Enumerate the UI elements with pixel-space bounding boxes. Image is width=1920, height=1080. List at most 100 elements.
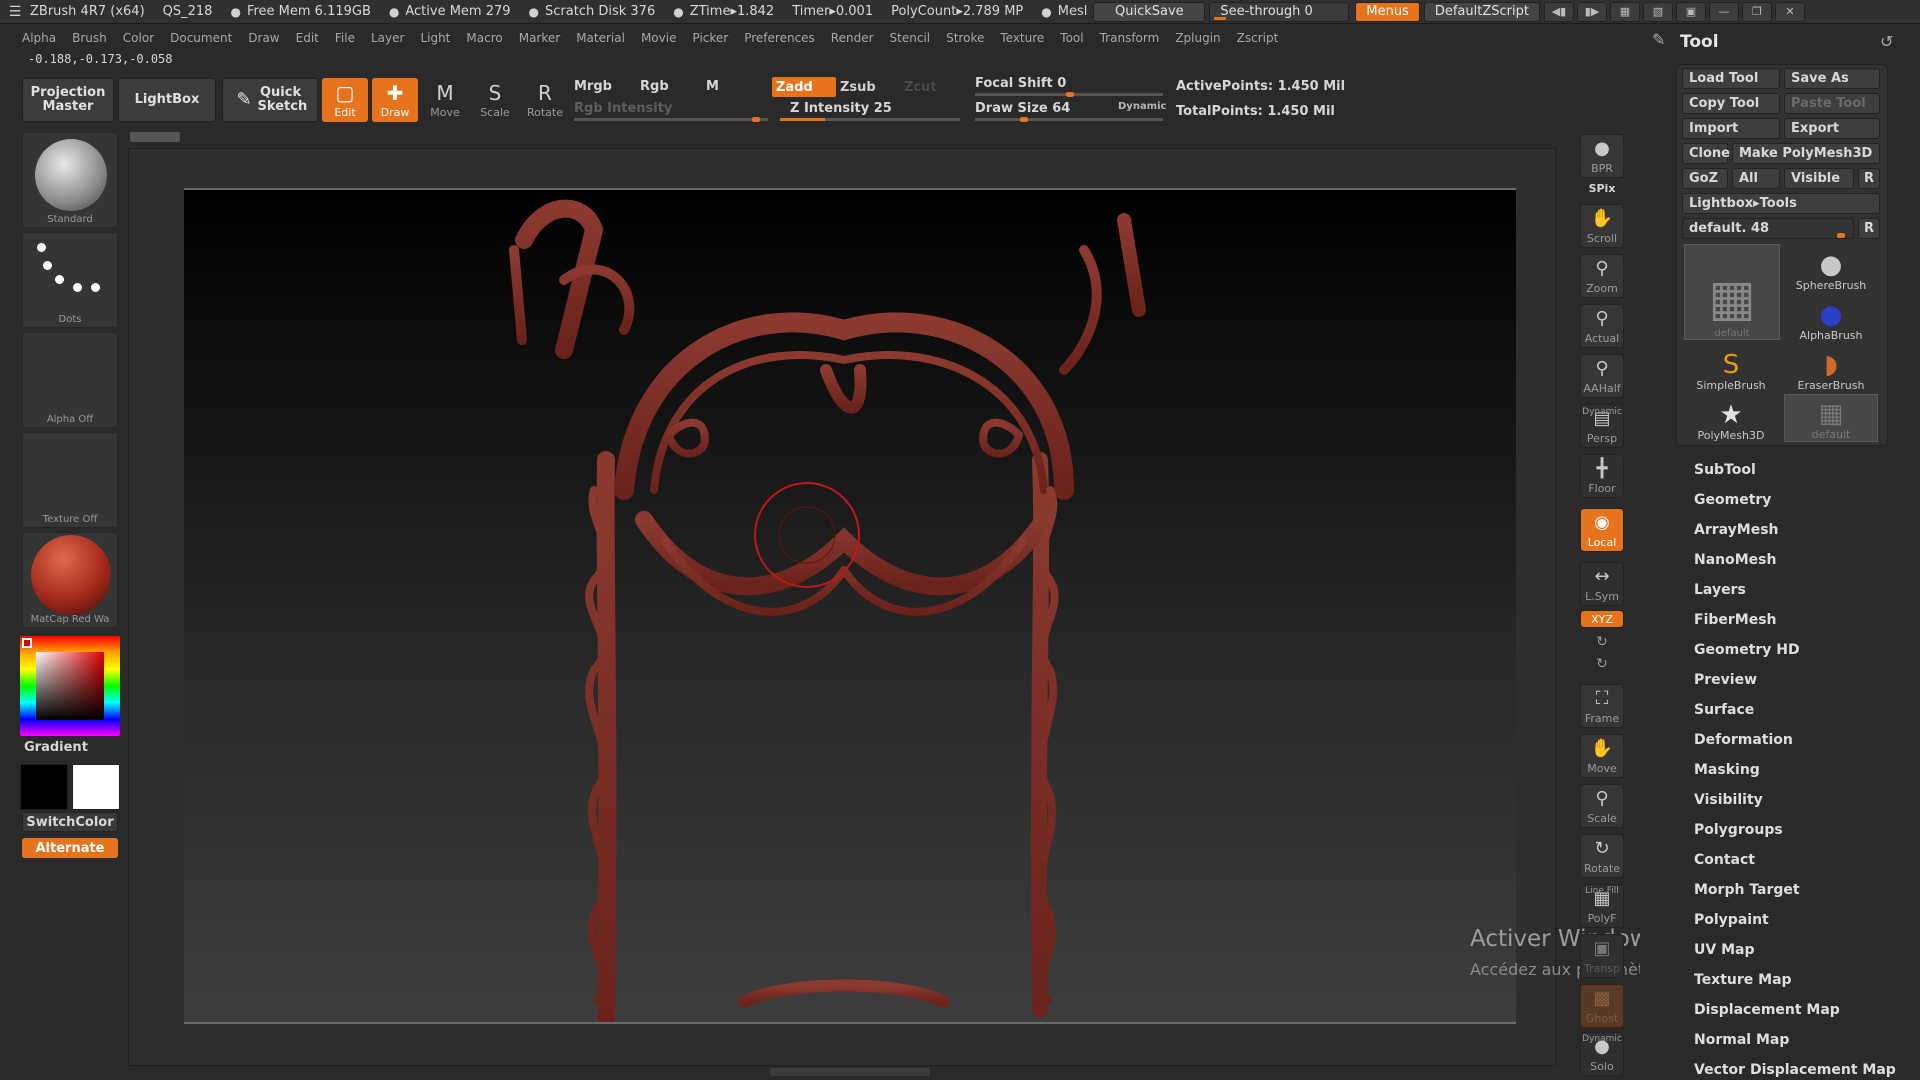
main-color-swatch[interactable]: [72, 764, 120, 810]
draw-size-label[interactable]: Draw Size 64: [975, 101, 1070, 116]
menu-zscript[interactable]: Zscript: [1237, 31, 1279, 45]
stroke-slot[interactable]: Dots: [22, 232, 118, 328]
scale-button[interactable]: S Scale: [472, 78, 518, 122]
paste-tool-button[interactable]: Paste Tool: [1784, 93, 1880, 114]
material-slot[interactable]: MatCap Red Wa: [22, 532, 118, 628]
tool-thumb-polymesh3d[interactable]: ★ PolyMesh3D: [1684, 394, 1778, 442]
section-uv-map[interactable]: UV Map: [1694, 942, 1754, 958]
menu-material[interactable]: Material: [576, 31, 625, 45]
section-geometry[interactable]: Geometry: [1694, 492, 1771, 508]
goz-all-button[interactable]: All: [1732, 168, 1780, 189]
draw-size-knob[interactable]: [1020, 117, 1028, 122]
rotate-z-icon[interactable]: ↻: [1580, 656, 1624, 672]
menu-texture[interactable]: Texture: [1000, 31, 1044, 45]
transp-button[interactable]: ▣ Transp: [1580, 934, 1624, 978]
rotate-view-button[interactable]: ↻ Rotate: [1580, 834, 1624, 878]
scroll-button[interactable]: ✋ Scroll: [1580, 204, 1624, 248]
clone-button[interactable]: Clone: [1682, 143, 1730, 164]
section-contact[interactable]: Contact: [1694, 852, 1755, 868]
menu-edit[interactable]: Edit: [296, 31, 319, 45]
menu-marker[interactable]: Marker: [519, 31, 560, 45]
tool-palette-reset-icon[interactable]: ↺: [1880, 32, 1893, 51]
layout-b-icon[interactable]: ▧: [1642, 1, 1673, 22]
color-picker-square[interactable]: [36, 652, 104, 720]
goz-r-button[interactable]: R: [1858, 168, 1880, 189]
see-through-slider[interactable]: See-through 0: [1209, 1, 1350, 22]
quicksave-button[interactable]: QuickSave: [1093, 1, 1206, 22]
menu-render[interactable]: Render: [831, 31, 874, 45]
goz-button[interactable]: GoZ: [1682, 168, 1728, 189]
section-nanomesh[interactable]: NanoMesh: [1694, 552, 1776, 568]
ghost-button[interactable]: ▩ Ghost: [1580, 984, 1624, 1028]
scale-view-button[interactable]: ⚲ Scale: [1580, 784, 1624, 828]
import-button[interactable]: Import: [1682, 118, 1780, 139]
layout-a-icon[interactable]: ▦: [1609, 1, 1640, 22]
layout-next-icon[interactable]: ▮▶: [1576, 1, 1607, 22]
dynamic-toggle[interactable]: Dynamic: [1118, 101, 1166, 112]
section-layers[interactable]: Layers: [1694, 582, 1746, 598]
lightbox-button[interactable]: LightBox: [118, 78, 216, 122]
tool-thumb-spherebrush[interactable]: ● SphereBrush: [1784, 244, 1878, 292]
zcut-button[interactable]: Zcut: [900, 77, 964, 97]
section-subtool[interactable]: SubTool: [1694, 462, 1756, 478]
persp-button[interactable]: Dynamic ▤ Persp: [1580, 404, 1624, 448]
section-normal-map[interactable]: Normal Map: [1694, 1032, 1789, 1048]
canvas-bottom-handle[interactable]: [770, 1068, 930, 1076]
solo-button[interactable]: Dynamic ● Solo: [1580, 1032, 1624, 1076]
section-polygroups[interactable]: Polygroups: [1694, 822, 1783, 838]
menu-color[interactable]: Color: [123, 31, 154, 45]
section-arraymesh[interactable]: ArrayMesh: [1694, 522, 1779, 538]
current-tool-slider[interactable]: default. 48: [1682, 218, 1854, 239]
menu-file[interactable]: File: [335, 31, 355, 45]
restore-icon[interactable]: ❐: [1741, 1, 1772, 22]
lsym-button[interactable]: ↔ L.Sym: [1580, 562, 1624, 606]
spix-slider[interactable]: SPix: [1580, 182, 1624, 195]
rgb-intensity-knob[interactable]: [752, 117, 760, 122]
focal-shift-knob[interactable]: [1066, 92, 1074, 97]
close-icon[interactable]: ✕: [1774, 1, 1805, 22]
menus-button[interactable]: Menus: [1355, 1, 1420, 22]
switch-color-button[interactable]: SwitchColor: [22, 812, 118, 832]
rotate-y-icon[interactable]: ↻: [1580, 634, 1624, 650]
draw-size-track[interactable]: [975, 118, 1163, 121]
rgb-intensity-label[interactable]: Rgb Intensity: [574, 101, 672, 116]
lightbox-tools-button[interactable]: Lightbox▸Tools: [1682, 193, 1880, 214]
zoom-button[interactable]: ⚲ Zoom: [1580, 254, 1624, 298]
rotate-button[interactable]: R Rotate: [522, 78, 568, 122]
minimize-icon[interactable]: —: [1708, 1, 1739, 22]
xyz-button[interactable]: XYZ: [1580, 610, 1624, 628]
rgb-button[interactable]: Rgb: [640, 79, 669, 94]
menu-tool[interactable]: Tool: [1060, 31, 1083, 45]
layout-prev-icon[interactable]: ◀▮: [1543, 1, 1574, 22]
menu-preferences[interactable]: Preferences: [744, 31, 815, 45]
menu-brush[interactable]: Brush: [72, 31, 107, 45]
aahalf-button[interactable]: ⚲ AAHalf: [1580, 354, 1624, 398]
menu-stroke[interactable]: Stroke: [946, 31, 984, 45]
floor-button[interactable]: ╋ Floor: [1580, 454, 1624, 498]
section-morph-target[interactable]: Morph Target: [1694, 882, 1800, 898]
section-visibility[interactable]: Visibility: [1694, 792, 1763, 808]
section-polypaint[interactable]: Polypaint: [1694, 912, 1769, 928]
alpha-slot[interactable]: Alpha Off: [22, 332, 118, 428]
tool-thumb-eraserbrush[interactable]: ◗ EraserBrush: [1784, 344, 1878, 392]
section-displacement-map[interactable]: Displacement Map: [1694, 1002, 1840, 1018]
brush-slot[interactable]: Standard: [22, 132, 118, 228]
viewport-canvas[interactable]: [184, 188, 1516, 1024]
canvas-scroll-handle[interactable]: [130, 132, 180, 142]
menu-transform[interactable]: Transform: [1100, 31, 1160, 45]
current-tool-r-button[interactable]: R: [1858, 218, 1880, 239]
alternate-button[interactable]: Alternate: [22, 838, 118, 858]
mrgb-button[interactable]: Mrgb: [574, 79, 612, 94]
move-view-button[interactable]: ✋ Move: [1580, 734, 1624, 778]
tool-palette-pin-icon[interactable]: ✎: [1652, 30, 1665, 49]
texture-slot[interactable]: Texture Off: [22, 432, 118, 528]
tool-thumb-simplebrush[interactable]: S SimpleBrush: [1684, 344, 1778, 392]
menu-picker[interactable]: Picker: [692, 31, 728, 45]
section-texture-map[interactable]: Texture Map: [1694, 972, 1792, 988]
save-as-button[interactable]: Save As: [1784, 68, 1880, 89]
section-surface[interactable]: Surface: [1694, 702, 1754, 718]
menu-zplugin[interactable]: Zplugin: [1175, 31, 1220, 45]
copy-tool-button[interactable]: Copy Tool: [1682, 93, 1780, 114]
export-button[interactable]: Export: [1784, 118, 1880, 139]
menu-light[interactable]: Light: [420, 31, 450, 45]
